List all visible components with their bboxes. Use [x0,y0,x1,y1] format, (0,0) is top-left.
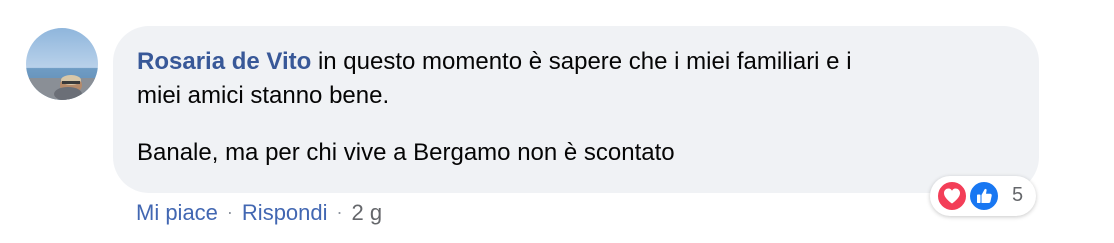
reaction-count: 5 [1012,184,1024,206]
author-name-link[interactable]: Rosaria de Vito [137,48,311,75]
reply-button[interactable]: Rispondi [242,200,328,225]
timestamp-link[interactable]: 2 g [352,200,383,225]
comment-text-line1: in questo momento è sapere che i miei fa… [317,48,852,75]
comment-text-line2: miei amici stanno bene. [137,82,390,109]
avatar[interactable] [26,28,98,100]
like-reaction-icon [968,180,1000,212]
comment-bubble: Rosaria de Vito in questo momento è sape… [113,26,1039,193]
love-reaction-icon [936,180,968,212]
reactions-summary[interactable]: 5 [930,176,1036,216]
comment-second-paragraph: Banale, ma per chi vive a Bergamo non è … [137,139,675,166]
comment-first-paragraph: Rosaria de Vito in questo momento è sape… [137,45,1015,113]
comment-actions: Mi piace · Rispondi · 2 g [136,200,382,226]
separator-dot: · [226,202,233,222]
avatar-photo [26,28,98,100]
comment: Rosaria de Vito in questo momento è sape… [0,0,1114,243]
like-button[interactable]: Mi piace [136,200,218,225]
separator-dot: · [336,202,343,222]
